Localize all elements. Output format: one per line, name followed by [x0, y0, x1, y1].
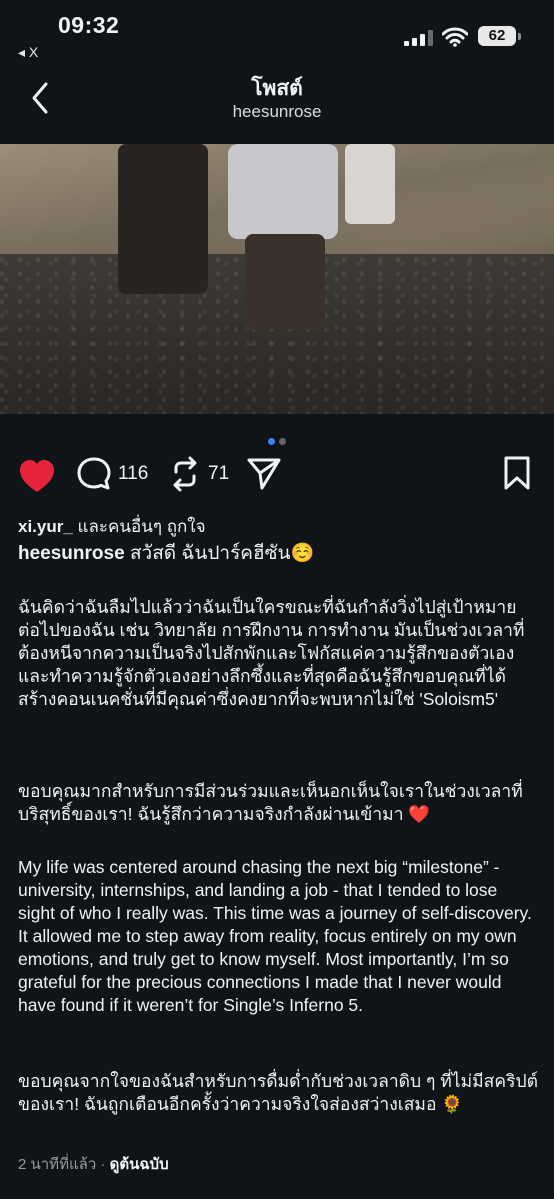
media-figure	[345, 144, 395, 224]
post-screen: 09:32 ◂ X 62 โพสต์ heesunrose 116 71 xi.…	[0, 0, 554, 1199]
back-to-app-link[interactable]: ◂ X	[18, 44, 38, 61]
caption-paragraph: ขอบคุณมากสำหรับการมีส่วนร่วมและเห็นอกเห็…	[18, 781, 523, 824]
status-time: 09:32	[58, 12, 120, 38]
caption-paragraph: ขอบคุณจากใจของฉันสำหรับการดื่มด่ำกับช่วง…	[18, 1071, 538, 1114]
carousel-dot	[279, 438, 286, 445]
caption-paragraph: ฉันคิดว่าฉันลืมไปแล้วว่าฉันเป็นใครขณะที่…	[18, 597, 525, 709]
likes-rest: และคนอื่นๆ ถูกใจ	[72, 517, 206, 536]
wifi-icon	[442, 27, 468, 47]
carousel-indicator	[0, 432, 554, 450]
meta-separator: ·	[96, 1156, 110, 1173]
status-bar: 09:32 ◂ X 62	[0, 0, 554, 60]
page-subtitle[interactable]: heesunrose	[0, 102, 554, 122]
caption-paragraph: My life was centered around chasing the …	[18, 857, 532, 1015]
likes-line[interactable]: xi.yur_ และคนอื่นๆ ถูกใจ	[18, 513, 206, 540]
bookmark-icon[interactable]	[502, 452, 532, 496]
post-actions: 116 71	[0, 452, 554, 496]
page-title: โพสต์	[251, 77, 303, 100]
repost-icon[interactable]	[168, 452, 202, 496]
see-original-link[interactable]: ดูต้นฉบับ	[110, 1156, 169, 1173]
reposts-count: 71	[208, 463, 230, 484]
signal-icon	[404, 30, 433, 46]
carousel-dot-active	[268, 438, 275, 445]
caption-greeting: สวัสดี ฉันปาร์คฮีซัน☺️	[129, 543, 315, 564]
media-figure	[228, 144, 338, 239]
likes-username[interactable]: xi.yur_	[18, 517, 73, 536]
heart-icon[interactable]	[18, 452, 56, 496]
comments-count: 116	[118, 463, 149, 484]
post-media[interactable]	[0, 144, 554, 414]
media-figure	[118, 144, 208, 294]
battery-indicator: 62	[478, 26, 521, 46]
share-icon[interactable]	[246, 452, 282, 496]
caption-header: heesunrose สวัสดี ฉันปาร์คฮีซัน☺️	[18, 542, 538, 565]
post-meta: 2 นาทีที่แล้ว · ดูต้นฉบับ	[18, 1152, 169, 1176]
comment-icon[interactable]	[76, 452, 112, 496]
caption-username[interactable]: heesunrose	[18, 543, 125, 564]
post-time: 2 นาทีที่แล้ว	[18, 1156, 97, 1173]
media-figure	[245, 234, 325, 329]
